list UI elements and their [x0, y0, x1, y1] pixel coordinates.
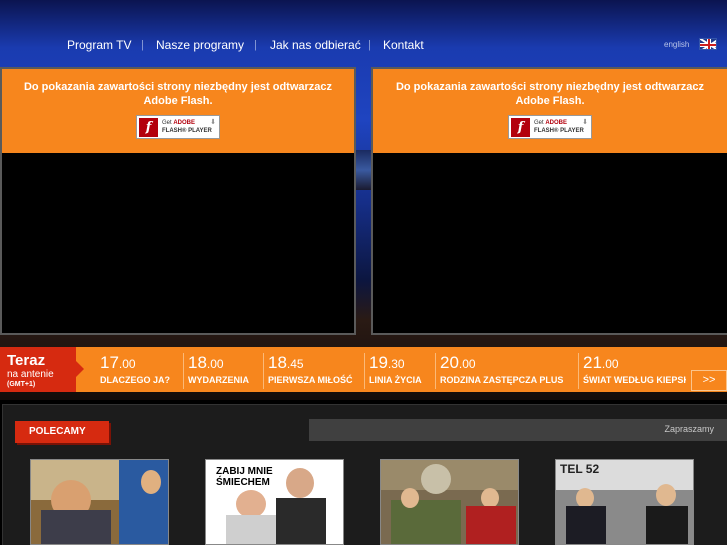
get-flash-player-button[interactable]: f Get ADOBE FLASH® PLAYER ⬇ [136, 115, 220, 139]
language-link[interactable]: english [664, 40, 689, 49]
thumbnail-tel-52[interactable]: TEL 52 [555, 459, 694, 545]
nav-separator: | [141, 39, 144, 51]
uk-flag-icon[interactable] [699, 38, 717, 50]
timezone-label: (GMT+1) [7, 381, 36, 388]
now-on-air-label: Teraz na antenie (GMT+1) [0, 347, 76, 392]
teraz-arrow [76, 361, 84, 377]
schedule-slot[interactable]: 21.00 ŚWIAT WEDŁUG KIEPSKICH [578, 353, 686, 389]
flash-message: Do pokazania zawartości strony niezbędny… [395, 81, 705, 107]
flash-button-label: FLASH® PLAYER [162, 128, 212, 134]
thumbnail-dlaczego-ja[interactable] [30, 459, 169, 545]
download-arrow-icon: ⬇ [210, 119, 216, 126]
flash-message: Do pokazania zawartości strony niezbędny… [23, 81, 333, 107]
main-nav: Program TV | Nasze programy | Jak nas od… [0, 38, 727, 54]
nav-program-tv[interactable]: Program TV [67, 38, 131, 52]
flash-panel-left: Do pokazania zawartości strony niezbędny… [0, 67, 356, 335]
flash-logo-icon: f [139, 118, 158, 137]
flash-notice: Do pokazania zawartości strony niezbędny… [373, 69, 727, 153]
zapraszamy-bar: Zapraszamy [309, 419, 727, 441]
thumbnail-zabij-mnie-smiechem[interactable]: ZABIJ MNIE ŚMIECHEM [205, 459, 344, 545]
schedule-slot[interactable]: 18.00 WYDARZENIA [183, 353, 262, 389]
polecamy-tab[interactable]: POLECAMY [15, 421, 109, 443]
schedule-bar: Teraz na antenie (GMT+1) 17.00 DLACZEGO … [0, 347, 727, 392]
flash-logo-icon: f [511, 118, 530, 137]
nav-separator: | [368, 39, 371, 51]
schedule-slot[interactable]: 19.30 LINIA ŻYCIA [364, 353, 434, 389]
schedule-slot[interactable]: 20.00 RODZINA ZASTĘPCZA PLUS [435, 353, 577, 389]
flash-button-label: FLASH® PLAYER [534, 128, 584, 134]
thumbnail-rodzina[interactable] [380, 459, 519, 545]
flash-panel-right: Do pokazania zawartości strony niezbędny… [371, 67, 727, 335]
nav-jak-nas-odbierac[interactable]: Jak nas odbierać [270, 38, 361, 52]
background-strip [356, 150, 371, 190]
download-arrow-icon: ⬇ [582, 119, 588, 126]
get-flash-player-button[interactable]: f Get ADOBE FLASH® PLAYER ⬇ [508, 115, 592, 139]
schedule-slot[interactable]: 18.45 PIERWSZA MIŁOŚĆ [263, 353, 363, 389]
nav-nasze-programy[interactable]: Nasze programy [156, 38, 244, 52]
zapraszamy-label: Zapraszamy [664, 424, 714, 434]
flash-notice: Do pokazania zawartości strony niezbędny… [2, 69, 354, 153]
schedule-next-button[interactable]: >> [691, 370, 727, 391]
schedule-slot[interactable]: 17.00 DLACZEGO JA? [96, 353, 181, 389]
nav-kontakt[interactable]: Kontakt [383, 38, 424, 52]
nav-separator: | [254, 39, 257, 51]
